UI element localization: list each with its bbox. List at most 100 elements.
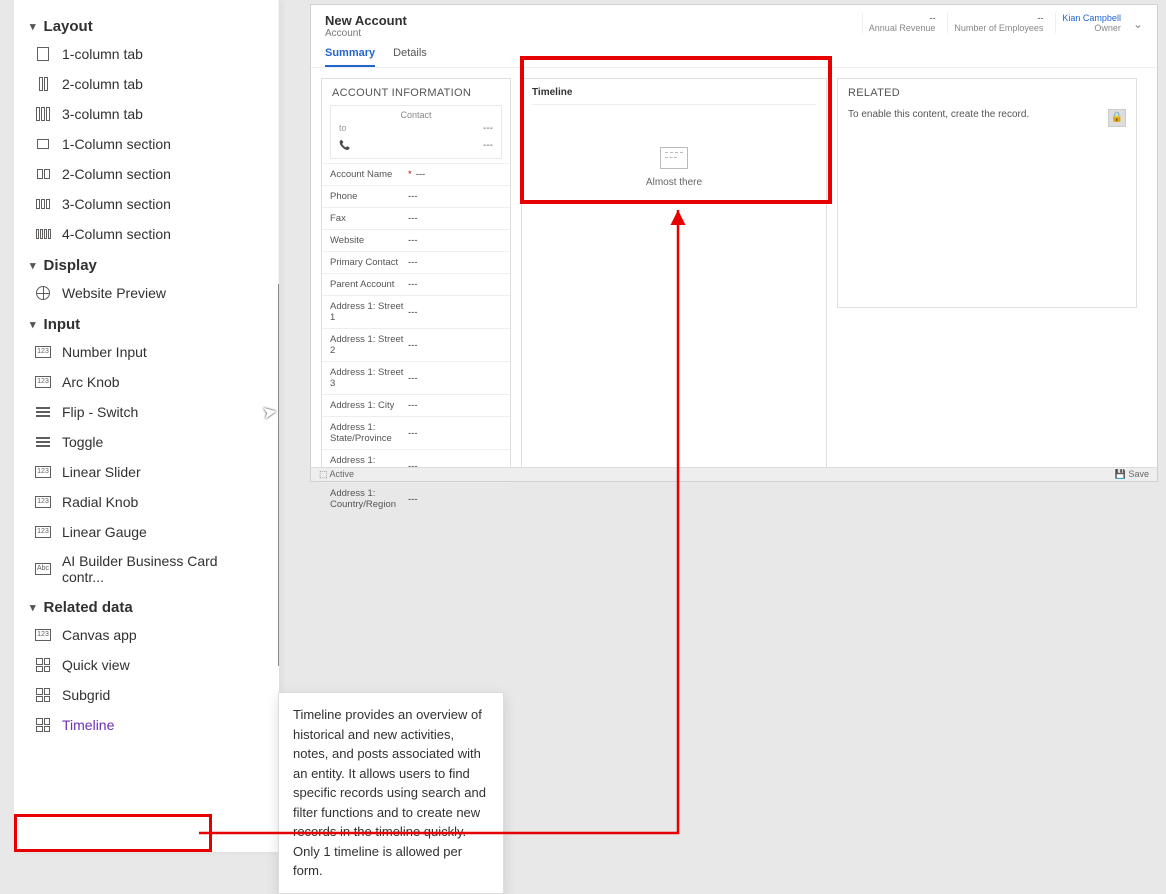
item-label: 4-Column section bbox=[62, 226, 171, 242]
group-header-input[interactable]: ▾ Input bbox=[14, 308, 279, 337]
globe-icon bbox=[34, 284, 52, 302]
four-column-section-icon bbox=[34, 225, 52, 243]
component-ai-builder-card[interactable]: Abc AI Builder Business Card contr... bbox=[14, 547, 279, 591]
item-label: Radial Knob bbox=[62, 494, 138, 510]
one-column-tab-icon bbox=[34, 45, 52, 63]
sidebar-scrollbar[interactable]: ▴ bbox=[278, 0, 280, 666]
contact-label: Contact bbox=[339, 110, 493, 120]
form-field-row[interactable]: Address 1: Street 1--- bbox=[322, 295, 510, 328]
field-value: --- bbox=[408, 235, 418, 246]
item-label: 1-Column section bbox=[62, 136, 171, 152]
field-value: --- bbox=[408, 213, 418, 224]
component-canvas-app[interactable]: 123 Canvas app bbox=[14, 620, 279, 650]
component-radial-knob[interactable]: 123 Radial Knob bbox=[14, 487, 279, 517]
flip-switch-icon bbox=[34, 403, 52, 421]
field-label: Address 1: Street 2 bbox=[330, 334, 408, 356]
contact-row-val: --- bbox=[483, 140, 493, 151]
related-panel: RELATED To enable this content, create t… bbox=[837, 78, 1137, 308]
component-2-column-section[interactable]: 2-Column section bbox=[14, 159, 279, 189]
group-header-display[interactable]: ▾ Display bbox=[14, 249, 279, 278]
form-field-row[interactable]: Website--- bbox=[322, 229, 510, 251]
field-label: Primary Contact bbox=[330, 257, 408, 268]
component-3-column-tab[interactable]: 3-column tab bbox=[14, 99, 279, 129]
required-indicator-icon: * bbox=[408, 169, 412, 180]
quick-view-icon bbox=[34, 656, 52, 674]
footer-save[interactable]: 💾 Save bbox=[1115, 469, 1149, 480]
component-2-column-tab[interactable]: 2-column tab bbox=[14, 69, 279, 99]
field-label: Account Name bbox=[330, 169, 408, 180]
group-title: Related data bbox=[44, 599, 133, 616]
component-3-column-section[interactable]: 3-Column section bbox=[14, 189, 279, 219]
scroll-up-arrow-icon[interactable]: ▴ bbox=[278, 0, 280, 12]
form-field-row[interactable]: Address 1: State/Province--- bbox=[322, 416, 510, 449]
item-label: Quick view bbox=[62, 657, 130, 673]
linear-slider-icon: 123 bbox=[34, 463, 52, 481]
component-website-preview[interactable]: Website Preview bbox=[14, 278, 279, 308]
form-title: New Account bbox=[325, 13, 407, 28]
form-field-row[interactable]: Address 1: City--- bbox=[322, 394, 510, 416]
tab-details[interactable]: Details bbox=[393, 43, 427, 67]
component-number-input[interactable]: 123 Number Input bbox=[14, 337, 279, 367]
form-field-row[interactable]: Account Name*--- bbox=[322, 163, 510, 185]
form-field-row[interactable]: Address 1: Country/Region--- bbox=[322, 482, 510, 515]
field-value: --- bbox=[408, 494, 418, 505]
component-subgrid[interactable]: Subgrid bbox=[14, 680, 279, 710]
component-quick-view[interactable]: Quick view bbox=[14, 650, 279, 680]
number-input-icon: 123 bbox=[34, 343, 52, 361]
item-label: Toggle bbox=[62, 434, 103, 450]
tab-summary[interactable]: Summary bbox=[325, 43, 375, 67]
item-label: Timeline bbox=[62, 717, 114, 733]
canvas-app-icon: 123 bbox=[34, 626, 52, 644]
component-linear-slider[interactable]: 123 Linear Slider bbox=[14, 457, 279, 487]
ai-card-icon: Abc bbox=[34, 560, 52, 578]
scrollbar-thumb[interactable] bbox=[278, 284, 280, 666]
contact-row-key: to bbox=[339, 123, 363, 134]
item-label: Canvas app bbox=[62, 627, 137, 643]
lock-icon: 🔒 bbox=[1108, 109, 1126, 127]
component-4-column-section[interactable]: 4-Column section bbox=[14, 219, 279, 249]
header-chevron-icon[interactable]: ⌄ bbox=[1133, 13, 1143, 31]
timeline-panel[interactable]: Timeline Almost there bbox=[521, 78, 827, 476]
component-flip-switch[interactable]: Flip - Switch bbox=[14, 397, 279, 427]
form-subtitle: Account bbox=[325, 28, 407, 39]
component-1-column-tab[interactable]: 1-column tab bbox=[14, 39, 279, 69]
header-owner-value: Kian Campbell bbox=[1062, 13, 1121, 23]
form-field-row[interactable]: Primary Contact--- bbox=[322, 251, 510, 273]
subgrid-icon bbox=[34, 686, 52, 704]
component-toggle[interactable]: Toggle bbox=[14, 427, 279, 457]
item-label: 2-Column section bbox=[62, 166, 171, 182]
form-header: New Account Account -- Annual Revenue --… bbox=[311, 5, 1157, 41]
group-header-related-data[interactable]: ▾ Related data bbox=[14, 591, 279, 620]
component-linear-gauge[interactable]: 123 Linear Gauge bbox=[14, 517, 279, 547]
empty-graphic-icon bbox=[660, 147, 688, 169]
form-field-row[interactable]: Fax--- bbox=[322, 207, 510, 229]
contact-row-val: --- bbox=[483, 123, 493, 134]
field-label: Address 1: Street 3 bbox=[330, 367, 408, 389]
field-value: --- bbox=[408, 428, 418, 439]
field-value: --- bbox=[408, 373, 418, 384]
empty-text: Almost there bbox=[532, 177, 816, 188]
components-sidebar: ▴ ▾ Layout 1-column tab 2-column tab 3-c… bbox=[14, 0, 280, 852]
chevron-down-icon: ▾ bbox=[30, 318, 36, 331]
group-header-layout[interactable]: ▾ Layout bbox=[14, 10, 279, 39]
field-value: --- bbox=[408, 400, 418, 411]
form-field-row[interactable]: Phone--- bbox=[322, 185, 510, 207]
header-value: -- bbox=[869, 13, 936, 23]
component-arc-knob[interactable]: 123 Arc Knob bbox=[14, 367, 279, 397]
item-label: Number Input bbox=[62, 344, 147, 360]
form-field-row[interactable]: Address 1: Street 2--- bbox=[322, 328, 510, 361]
toggle-icon bbox=[34, 433, 52, 451]
form-field-row[interactable]: Address 1: Street 3--- bbox=[322, 361, 510, 394]
component-1-column-section[interactable]: 1-Column section bbox=[14, 129, 279, 159]
form-field-row[interactable]: Parent Account--- bbox=[322, 273, 510, 295]
field-label: Parent Account bbox=[330, 279, 408, 290]
account-information-panel: ACCOUNT INFORMATION Contact to--- 📞--- A… bbox=[321, 78, 511, 476]
timeline-empty-state: Almost there bbox=[532, 105, 816, 188]
component-timeline[interactable]: Timeline bbox=[14, 710, 279, 740]
annotation-highlight-timeline bbox=[14, 814, 212, 852]
item-label: Flip - Switch bbox=[62, 404, 138, 420]
item-label: Linear Gauge bbox=[62, 524, 147, 540]
one-column-section-icon bbox=[34, 135, 52, 153]
chevron-down-icon: ▾ bbox=[30, 259, 36, 272]
two-column-tab-icon bbox=[34, 75, 52, 93]
